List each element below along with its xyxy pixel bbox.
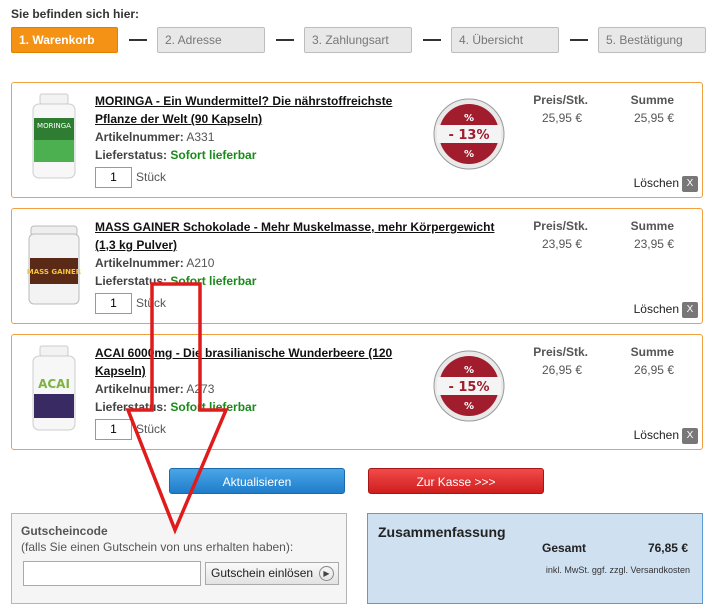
close-icon: X (682, 302, 698, 318)
delete-button[interactable]: Löschen X (634, 428, 698, 444)
step-separator (129, 39, 147, 41)
discount-badge: % - 15% % (432, 349, 506, 423)
step-warenkorb[interactable]: 1. Warenkorb (11, 27, 118, 53)
step-adresse[interactable]: 2. Adresse (157, 27, 265, 53)
order-summary: Zusammenfassung Gesamt 76,85 € inkl. MwS… (367, 513, 703, 604)
unit-label: Stück (136, 170, 167, 184)
voucher-heading: Gutscheincode (21, 524, 108, 538)
item-sum: 23,95 € (633, 237, 674, 251)
summary-heading: Zusammenfassung (378, 524, 506, 540)
item-price: 26,95 € (541, 363, 582, 377)
price-header: Preis/Stk. (533, 93, 588, 107)
sum-header: Summe (630, 345, 674, 359)
update-button[interactable]: Aktualisieren (169, 468, 345, 494)
total-value: 76,85 € (647, 541, 688, 555)
quantity-input[interactable]: 1 (95, 419, 132, 440)
mass-gainer-label: MASS GAINER (27, 268, 82, 276)
redeem-voucher-button[interactable]: Gutschein einlösen ▶ (205, 562, 339, 585)
step-bestaetigung[interactable]: 5. Bestätigung (598, 27, 706, 53)
delete-button[interactable]: Löschen X (634, 176, 698, 192)
close-icon: X (682, 176, 698, 192)
step-separator (423, 39, 441, 41)
unit-label: Stück (136, 296, 167, 310)
item-title[interactable]: MORINGA - Ein Wundermittel? Die nährstof… (95, 92, 415, 128)
cart-item: ACAI ACAI 6000mg - Die brasilianische Wu… (11, 334, 703, 450)
item-article-number: Artikelnummer: A331 (95, 130, 215, 144)
cart-item: MASS GAINER MASS GAINER Schokolade - Meh… (11, 208, 703, 324)
item-article-number: Artikelnummer: A210 (95, 256, 215, 270)
sum-header: Summe (630, 93, 674, 107)
voucher-code-input[interactable] (23, 561, 201, 586)
item-title[interactable]: MASS GAINER Schokolade - Mehr Muskelmass… (95, 218, 505, 254)
percent-icon: % (464, 401, 474, 412)
item-sum: 25,95 € (633, 111, 674, 125)
total-label: Gesamt (542, 541, 587, 555)
checkout-button[interactable]: Zur Kasse >>> (368, 468, 544, 494)
discount-value: - 13% (448, 128, 489, 143)
quantity-input[interactable]: 1 (95, 293, 132, 314)
play-circle-icon: ▶ (319, 566, 334, 581)
price-header: Preis/Stk. (533, 219, 588, 233)
moringa-bottle-image[interactable]: MORINGA (25, 92, 83, 182)
delete-button[interactable]: Löschen X (634, 302, 698, 318)
acai-label: ACAI (38, 377, 70, 391)
breadcrumb-title: Sie befinden sich hier: (11, 7, 140, 21)
close-icon: X (682, 428, 698, 444)
acai-bottle-image[interactable]: ACAI (25, 344, 83, 434)
quantity-input[interactable]: 1 (95, 167, 132, 188)
item-status: Lieferstatus: Sofort lieferbar (95, 274, 257, 288)
step-uebersicht[interactable]: 4. Übersicht (451, 27, 559, 53)
discount-badge: % - 13% % (432, 97, 506, 171)
item-status: Lieferstatus: Sofort lieferbar (95, 400, 257, 414)
percent-icon: % (464, 149, 474, 160)
item-title[interactable]: ACAI 6000mg - Die brasilianische Wunderb… (95, 344, 405, 380)
cart-item: MORINGA MORINGA - Ein Wundermittel? Die … (11, 82, 703, 198)
mass-gainer-tub-image[interactable]: MASS GAINER (25, 218, 83, 308)
step-zahlungsart[interactable]: 3. Zahlungsart (304, 27, 412, 53)
percent-icon: % (464, 365, 474, 376)
voucher-box: Gutscheincode (falls Sie einen Gutschein… (11, 513, 347, 604)
percent-icon: % (464, 113, 474, 124)
voucher-subtext: (falls Sie einen Gutschein von uns erhal… (21, 540, 294, 554)
item-article-number: Artikelnummer: A273 (95, 382, 215, 396)
tax-note: inkl. MwSt. ggf. zzgl. Versandkosten (545, 565, 690, 575)
step-separator (570, 39, 588, 41)
item-sum: 26,95 € (633, 363, 674, 377)
moringa-label: MORINGA (37, 122, 71, 130)
sum-header: Summe (630, 219, 674, 233)
step-separator (276, 39, 294, 41)
discount-value: - 15% (448, 380, 489, 395)
item-price: 25,95 € (541, 111, 582, 125)
item-price: 23,95 € (541, 237, 582, 251)
item-status: Lieferstatus: Sofort lieferbar (95, 148, 257, 162)
unit-label: Stück (136, 422, 167, 436)
price-header: Preis/Stk. (533, 345, 588, 359)
